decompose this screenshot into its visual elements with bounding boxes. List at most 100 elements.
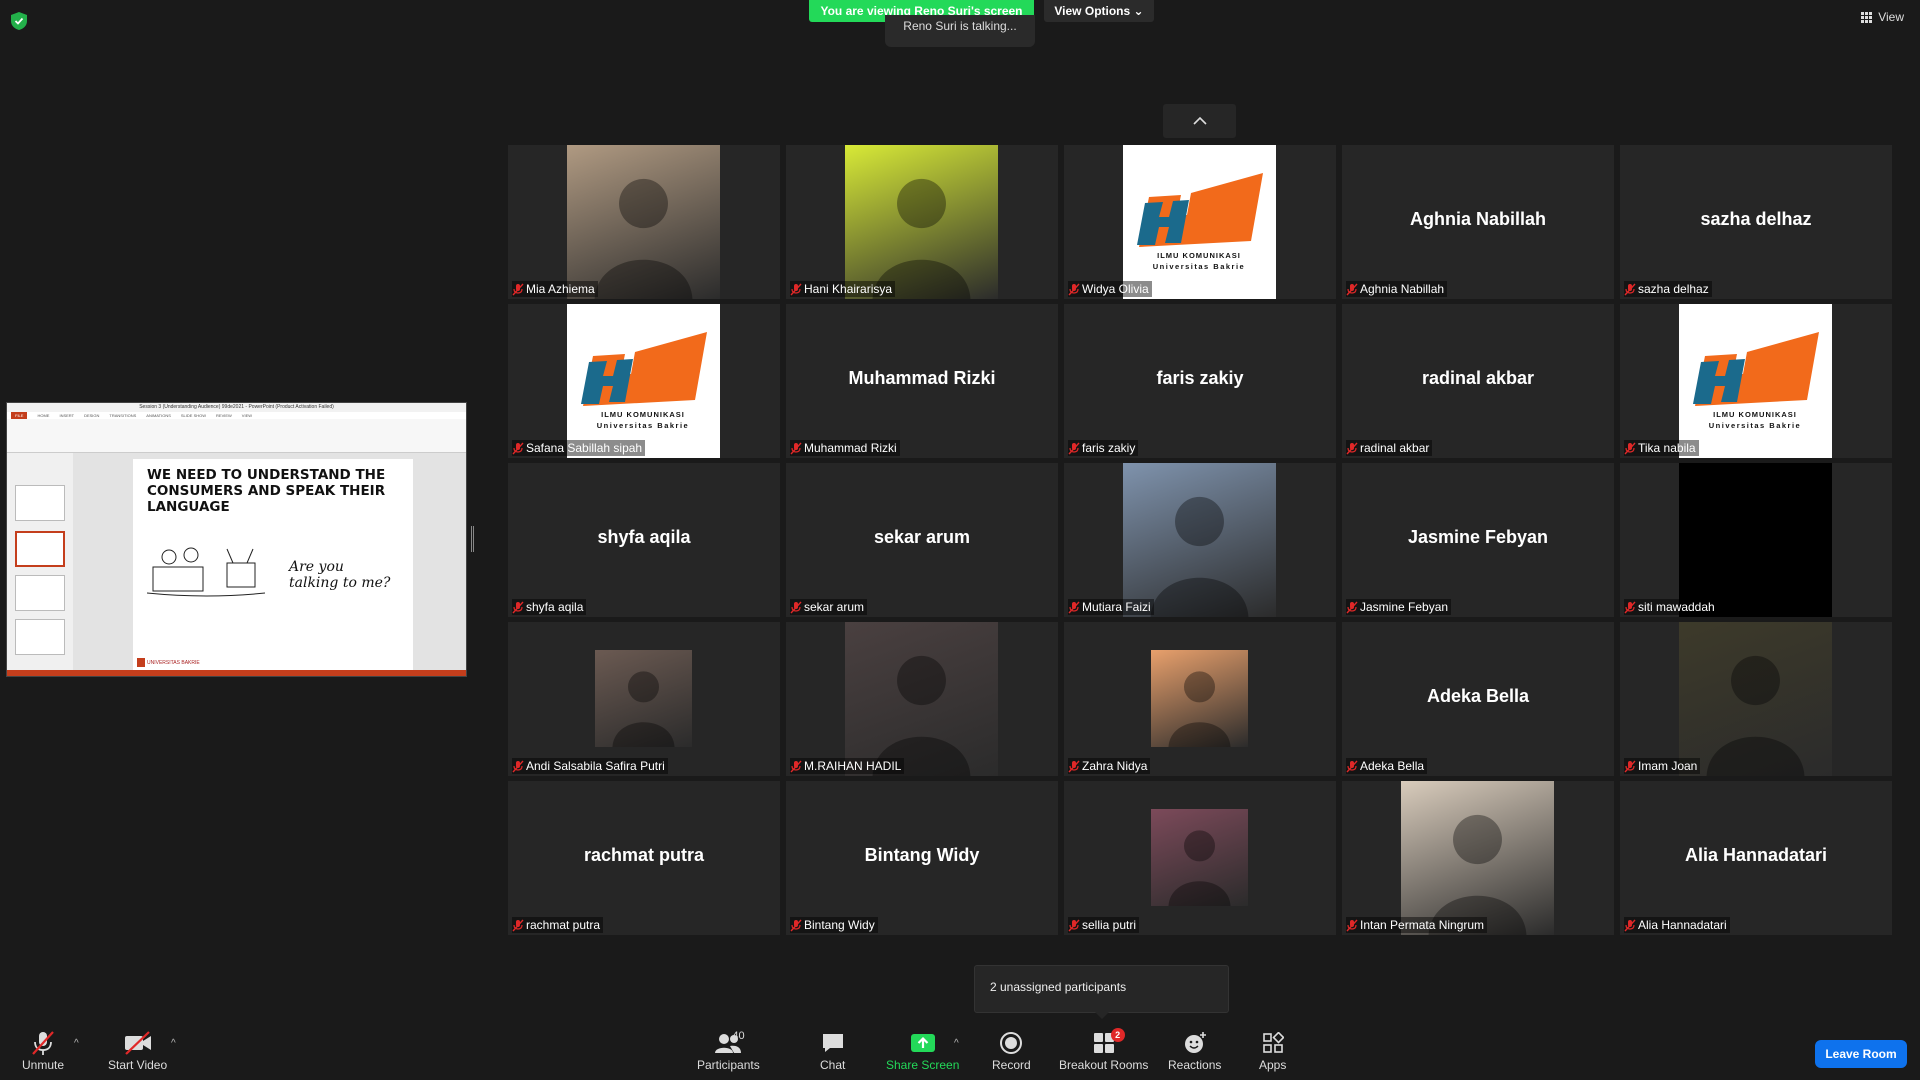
participant-tile[interactable]: Intan Permata Ningrum — [1342, 781, 1614, 935]
participant-tile[interactable]: Adeka Bella Adeka Bella — [1342, 622, 1614, 776]
meeting-window: You are viewing Reno Suri's screen Reno … — [0, 0, 1920, 1080]
grid-view-icon — [1861, 11, 1873, 23]
participant-logo-image: ILMU KOMUNIKASI Universitas Bakrie — [1123, 145, 1276, 299]
view-button[interactable]: View — [1861, 10, 1904, 24]
slide-subtitle: Are you talking to me? — [289, 559, 390, 591]
ppt-ribbon-tab[interactable]: ANIMATIONS — [146, 412, 171, 419]
chat-button[interactable]: Chat — [820, 1030, 845, 1072]
ppt-ribbon-tab[interactable]: REVIEW — [216, 412, 232, 419]
unmute-button[interactable]: Unmute — [22, 1030, 64, 1072]
apps-button[interactable]: Apps — [1259, 1030, 1286, 1072]
ppt-body: WE NEED TO UNDERSTAND THE CONSUMERS AND … — [7, 453, 466, 671]
collapse-gallery-button[interactable] — [1163, 104, 1236, 138]
participant-name-label: Aghnia Nabillah — [1346, 281, 1448, 297]
participant-tile[interactable]: sekar arum sekar arum — [786, 463, 1058, 617]
participant-tile[interactable]: Mia Azhiema — [508, 145, 780, 299]
ppt-ribbon-tab[interactable]: FILE — [11, 412, 28, 419]
participant-tile[interactable]: siti mawaddah — [1620, 463, 1892, 617]
participant-name-text: Widya Olivia — [1082, 282, 1149, 296]
share-screen-button[interactable]: Share Screen — [886, 1030, 959, 1072]
participants-count: 40 — [732, 1030, 745, 1042]
reactions-button[interactable]: Reactions — [1168, 1030, 1221, 1072]
svg-text:Universitas Bakrie: Universitas Bakrie — [597, 421, 689, 430]
shared-screen[interactable]: Session 3 (Understanding Audience) 99de2… — [6, 402, 467, 677]
audio-options-caret-icon[interactable]: ^ — [74, 1038, 79, 1049]
microphone-muted-icon — [1624, 760, 1636, 773]
participant-name-text: M.RAIHAN HADIL — [804, 759, 902, 773]
microphone-muted-icon — [1624, 601, 1636, 614]
ppt-ribbon-tab[interactable]: DESIGN — [84, 412, 99, 419]
microphone-muted-icon — [512, 601, 524, 614]
participant-name-label: Mutiara Faizi — [1068, 599, 1154, 615]
record-button[interactable]: Record — [992, 1030, 1031, 1072]
ppt-ribbon-tab[interactable]: TRANSITIONS — [109, 412, 136, 419]
participant-photo — [1151, 809, 1248, 906]
participant-tile[interactable]: Bintang Widy Bintang Widy — [786, 781, 1058, 935]
svg-text:ILMU KOMUNIKASI: ILMU KOMUNIKASI — [601, 410, 685, 419]
participant-photo — [1151, 650, 1248, 747]
participant-tile[interactable]: rachmat putra rachmat putra — [508, 781, 780, 935]
breakout-badge: 2 — [1110, 1028, 1125, 1042]
leave-room-button[interactable]: Leave Room — [1815, 1040, 1907, 1068]
slide-thumbnail — [15, 485, 65, 521]
participant-name-label: shyfa aqila — [512, 599, 587, 615]
participant-tile[interactable]: faris zakiy faris zakiy — [1064, 304, 1336, 458]
participant-name-text: Safana Sabillah sipah — [526, 441, 643, 455]
participant-tile[interactable]: ILMU KOMUNIKASI Universitas Bakrie Widya O… — [1064, 145, 1336, 299]
ppt-ribbon-tab[interactable]: HOME — [37, 412, 49, 419]
microphone-muted-icon — [1346, 442, 1358, 455]
participant-tile[interactable]: shyfa aqila shyfa aqila — [508, 463, 780, 617]
ppt-slide-panel — [7, 453, 73, 670]
participant-display-name: sazha delhaz — [1700, 209, 1812, 229]
participant-name-label: Imam Joan — [1624, 758, 1701, 774]
participant-name-text: Andi Salsabila Safira Putri — [526, 759, 665, 773]
share-options-caret-icon[interactable]: ^ — [954, 1038, 959, 1049]
chevron-up-icon — [1192, 116, 1207, 125]
participant-name-text: sekar arum — [804, 600, 865, 614]
ppt-ribbon-tab[interactable]: VIEW — [242, 412, 252, 419]
participant-name-label: rachmat putra — [512, 917, 604, 933]
participant-tile[interactable]: Muhammad Rizki Muhammad Rizki — [786, 304, 1058, 458]
slide-thumbnail-active — [15, 531, 65, 567]
ppt-ribbon-tab[interactable]: SLIDE SHOW — [181, 412, 206, 419]
participant-tile[interactable]: ILMU KOMUNIKASI Universitas Bakrie Tika na… — [1620, 304, 1892, 458]
view-options-button[interactable]: View Options ⌄ — [1044, 0, 1154, 22]
start-video-button[interactable]: Start Video — [108, 1030, 167, 1072]
video-options-caret-icon[interactable]: ^ — [171, 1038, 176, 1049]
participant-tile[interactable]: Alia Hannadatari Alia Hannadatari — [1620, 781, 1892, 935]
participant-tile[interactable]: Hani Khairarisya — [786, 145, 1058, 299]
participant-photo — [595, 650, 692, 747]
slide-heading: WE NEED TO UNDERSTAND THE CONSUMERS AND … — [147, 467, 399, 515]
participant-tile[interactable]: sazha delhaz sazha delhaz — [1620, 145, 1892, 299]
participant-name-text: Muhammad Rizki — [804, 441, 897, 455]
unassigned-participants-tooltip[interactable]: 2 unassigned participants — [974, 965, 1229, 1019]
participant-tile[interactable]: Aghnia Nabillah Aghnia Nabillah — [1342, 145, 1614, 299]
participant-tile[interactable]: Andi Salsabila Safira Putri — [508, 622, 780, 776]
participant-name-text: Alia Hannadatari — [1638, 918, 1727, 932]
resize-handle[interactable] — [471, 526, 474, 552]
participant-tile[interactable]: M.RAIHAN HADIL — [786, 622, 1058, 776]
participant-logo-image: ILMU KOMUNIKASI Universitas Bakrie — [567, 304, 720, 458]
participant-photo — [1123, 463, 1276, 617]
participant-tile[interactable]: radinal akbar radinal akbar — [1342, 304, 1614, 458]
share-screen-label: Share Screen — [886, 1058, 960, 1072]
participant-name-text: Aghnia Nabillah — [1360, 282, 1445, 296]
microphone-muted-icon — [790, 601, 802, 614]
participant-name-text: sellia putri — [1082, 918, 1137, 932]
participant-name-text: Bintang Widy — [804, 918, 875, 932]
participant-tile[interactable]: Jasmine Febyan Jasmine Febyan — [1342, 463, 1614, 617]
ppt-ribbon-tab[interactable]: INSERT — [59, 412, 74, 419]
participant-tile[interactable]: Mutiara Faizi — [1064, 463, 1336, 617]
slide-thumbnail — [15, 575, 65, 611]
svg-text:ILMU KOMUNIKASI: ILMU KOMUNIKASI — [1157, 251, 1241, 260]
participants-button[interactable]: 40 Participants — [697, 1030, 760, 1072]
breakout-rooms-button[interactable]: 2 Breakout Rooms — [1059, 1028, 1148, 1072]
microphone-muted-icon — [1624, 919, 1636, 932]
participant-tile[interactable]: Zahra Nidya — [1064, 622, 1336, 776]
participant-tile[interactable]: Imam Joan — [1620, 622, 1892, 776]
participant-tile[interactable]: sellia putri — [1064, 781, 1336, 935]
slide-logo-text: UNIVERSITAS BAKRIE — [147, 659, 200, 666]
participant-name-label: sekar arum — [790, 599, 868, 615]
security-shield-icon[interactable] — [11, 12, 27, 30]
participant-tile[interactable]: ILMU KOMUNIKASI Universitas Bakrie Safana … — [508, 304, 780, 458]
